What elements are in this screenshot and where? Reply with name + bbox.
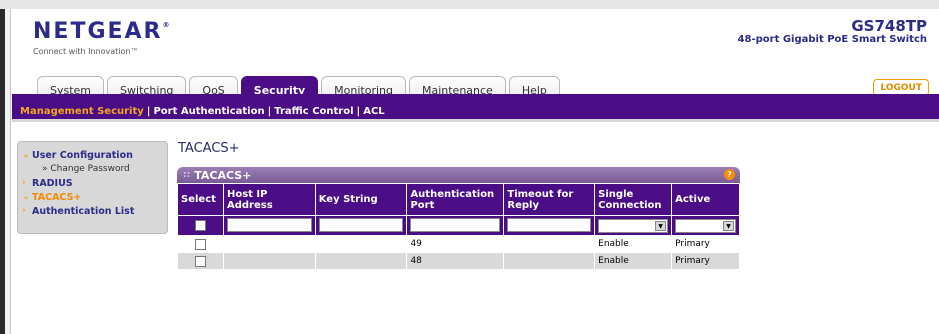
cell-single-connection: Enable	[594, 235, 673, 253]
tab-underline-bar	[12, 94, 939, 104]
single-connection-select[interactable]: ▼	[598, 218, 669, 233]
column-header-select: Select	[177, 183, 224, 216]
row-checkbox[interactable]	[194, 238, 206, 250]
cell-active: Primary	[671, 252, 740, 270]
key-string-input[interactable]	[318, 218, 404, 233]
timeout-input[interactable]	[507, 218, 592, 233]
grip-icon: ::	[183, 170, 191, 180]
host-ip-input[interactable]	[226, 218, 312, 233]
chevron-right-icon: ›	[22, 206, 26, 216]
subnav-management-security[interactable]: Management Security	[20, 106, 144, 117]
column-header-host-ip: Host IP Address	[222, 183, 316, 216]
select-all-checkbox[interactable]	[194, 220, 206, 231]
dropdown-arrow-icon: ▼	[655, 220, 667, 231]
cell-host-ip	[222, 252, 316, 270]
active-select[interactable]: ▼	[675, 218, 736, 233]
chevron-down-icon: ⌄	[22, 192, 30, 202]
netgear-logo: NETGEAR®	[33, 19, 170, 44]
cell-key-string	[314, 235, 408, 253]
column-header-key-string: Key String	[314, 183, 408, 216]
sidebar: ⌄ User Configuration » Change Password ›…	[17, 141, 168, 234]
auth-port-input[interactable]	[410, 218, 501, 233]
sidebar-item-change-password[interactable]: » Change Password	[22, 162, 163, 176]
cell-active: Primary	[671, 235, 740, 253]
cell-auth-port: 49	[406, 235, 505, 253]
sidebar-item-authentication-list[interactable]: › Authentication List	[22, 204, 163, 218]
sidebar-item-user-configuration[interactable]: ⌄ User Configuration	[22, 148, 163, 162]
input-row: ▼ ▼	[177, 215, 740, 236]
chevron-down-icon: ⌄	[22, 150, 30, 160]
model-description: 48-port Gigabit PoE Smart Switch	[737, 34, 927, 45]
cell-timeout	[503, 235, 596, 253]
column-header-timeout: Timeout for Reply	[503, 183, 596, 216]
cell-auth-port: 48	[406, 252, 505, 270]
page-title: TACACS+	[178, 141, 240, 156]
sidebar-item-tacacs[interactable]: ⌄ TACACS+	[22, 190, 163, 204]
tagline: Connect with Innovation™	[33, 47, 139, 56]
sub-navigation: Management Security | Port Authenticatio…	[12, 104, 939, 119]
tacacs-panel: :: TACACS+ ? Select Host IP Address Key …	[177, 167, 740, 270]
left-frame-edge	[5, 9, 11, 334]
cell-key-string	[314, 252, 408, 270]
sidebar-item-radius[interactable]: › RADIUS	[22, 176, 163, 190]
top-strip	[0, 0, 939, 9]
tacacs-table: Select Host IP Address Key String Authen…	[177, 183, 740, 270]
cell-timeout	[503, 252, 596, 270]
subnav-divider	[12, 119, 939, 122]
table-row: 48 Enable Primary	[177, 252, 740, 270]
subnav-acl[interactable]: ACL	[363, 106, 384, 117]
model-name: GS748TP	[851, 17, 927, 35]
cell-host-ip	[222, 235, 316, 253]
row-checkbox[interactable]	[194, 255, 206, 267]
cell-single-connection: Enable	[594, 252, 673, 270]
column-header-single-connection: Single Connection	[594, 183, 673, 216]
column-header-active: Active	[671, 183, 740, 216]
panel-title: TACACS+	[194, 168, 252, 182]
dropdown-arrow-icon: ▼	[723, 220, 734, 231]
subnav-traffic-control[interactable]: Traffic Control	[274, 106, 353, 117]
panel-header: :: TACACS+ ?	[177, 167, 740, 183]
subnav-port-authentication[interactable]: Port Authentication	[153, 106, 264, 117]
help-icon[interactable]: ?	[724, 169, 735, 180]
table-row: 49 Enable Primary	[177, 235, 740, 253]
column-header-auth-port: Authentication Port	[406, 183, 505, 216]
chevron-right-icon: ›	[22, 178, 26, 188]
